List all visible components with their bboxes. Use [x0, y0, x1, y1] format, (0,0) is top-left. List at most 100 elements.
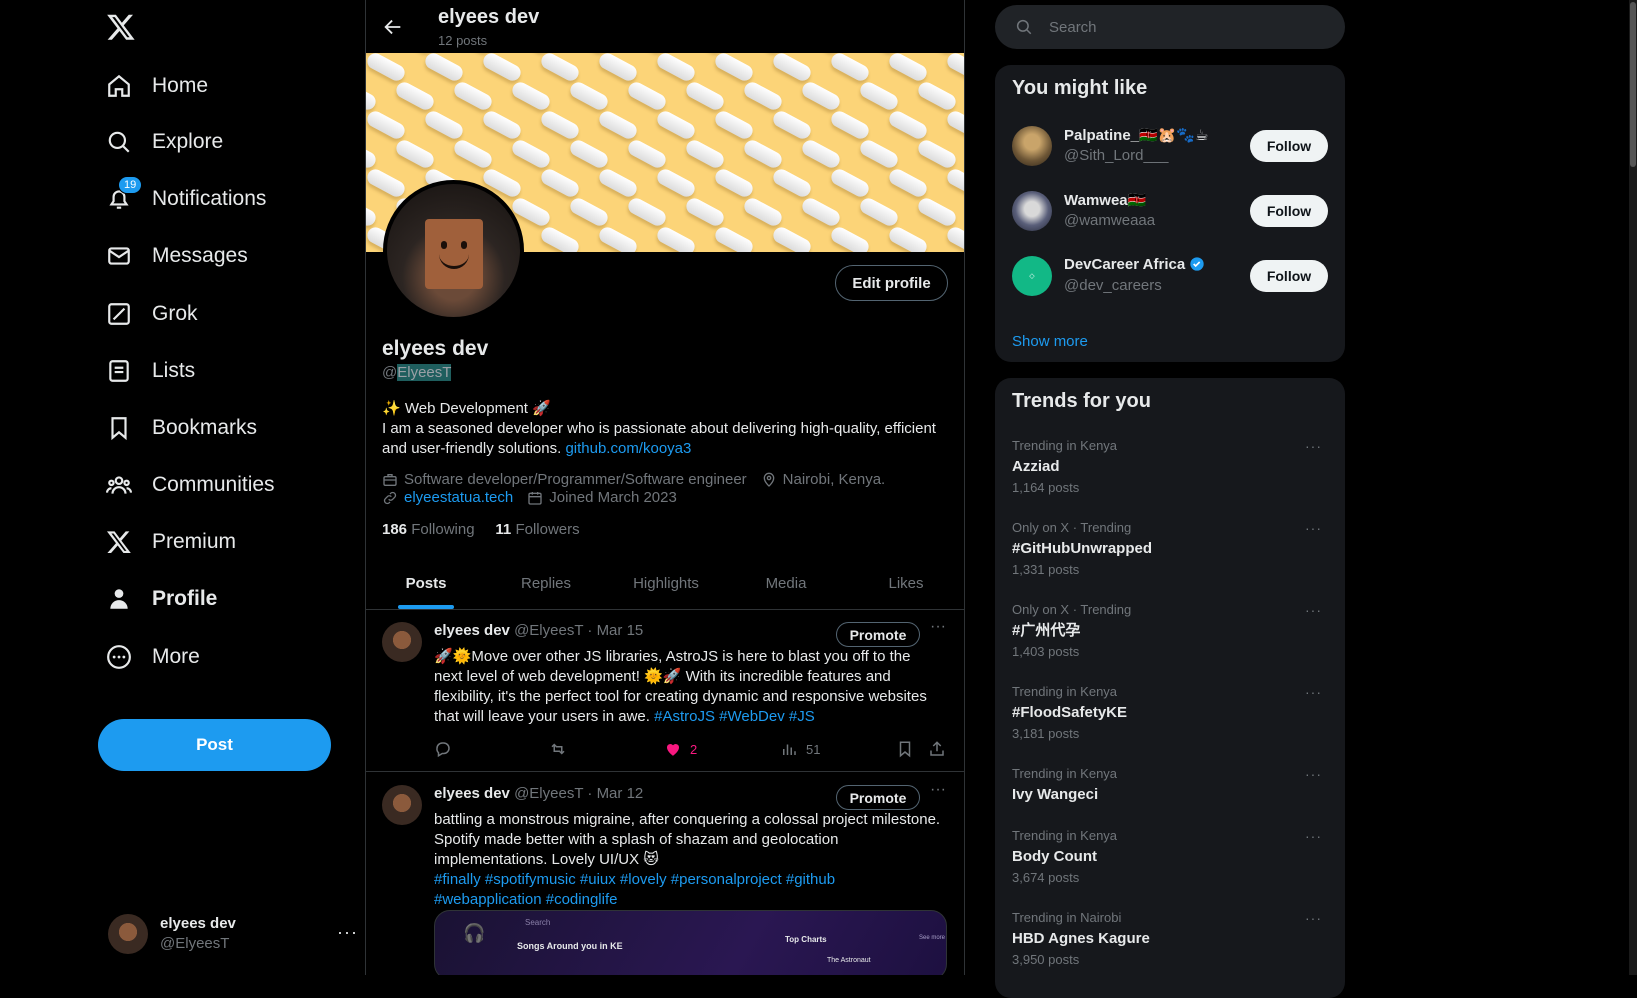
nav-explore[interactable]: Explore — [106, 117, 223, 167]
avatar[interactable] — [382, 785, 422, 825]
bookmark-icon[interactable] — [896, 740, 922, 758]
tweet[interactable]: elyees dev @ElyeesT · Mar 15 Promote ···… — [366, 610, 964, 772]
trend-item[interactable]: Trending in Kenya Azziad 1,164 posts ··· — [1012, 438, 1328, 496]
more-horizontal-icon[interactable]: ··· — [930, 618, 946, 636]
banner-pill — [770, 53, 814, 84]
tab-replies[interactable]: Replies — [486, 557, 606, 609]
banner-pill — [366, 166, 408, 200]
banner-pill — [944, 166, 964, 200]
banner-pill — [857, 137, 901, 171]
banner-pill — [366, 137, 379, 171]
more-horizontal-icon[interactable]: ··· — [337, 922, 358, 943]
banner-pill — [538, 224, 582, 252]
nav-lists[interactable]: Lists — [106, 346, 195, 396]
media-heading: Songs Around you in KE — [517, 941, 623, 951]
more-horizontal-icon[interactable]: ··· — [1305, 438, 1322, 454]
scrollbar-thumb[interactable] — [1630, 2, 1636, 167]
tweet-hashtags[interactable]: #finally #spotifymusic #uiux #lovely #pe… — [434, 870, 944, 910]
profile-handle: @ElyeesT — [382, 364, 452, 381]
banner-pill — [538, 166, 582, 200]
page-scrollbar[interactable] — [1629, 0, 1637, 975]
nav-communities[interactable]: Communities — [106, 460, 275, 510]
trend-item[interactable]: Trending in Kenya Body Count 3,674 posts… — [1012, 828, 1328, 886]
header-post-count: 12 posts — [438, 33, 488, 48]
profile-bio: ✨ Web Development 🚀 I am a seasoned deve… — [382, 400, 936, 457]
tweet-header: elyees dev @ElyeesT · Mar 15 — [434, 622, 644, 639]
bio-link[interactable]: github.com/kooya3 — [565, 440, 691, 457]
nav-notifications[interactable]: 19 Notifications — [106, 174, 266, 224]
back-arrow-icon[interactable] — [382, 16, 404, 38]
more-horizontal-icon[interactable]: ··· — [930, 781, 946, 799]
more-horizontal-icon[interactable]: ··· — [1305, 910, 1322, 926]
nav-label: Grok — [152, 302, 198, 325]
banner-pill — [828, 224, 872, 252]
tweet-media-image[interactable]: 🎧 Search Songs Around you in KE Top Char… — [434, 910, 947, 975]
more-horizontal-icon[interactable]: ··· — [1305, 684, 1322, 700]
more-horizontal-icon[interactable]: ··· — [1305, 766, 1322, 782]
banner-pill — [770, 224, 814, 252]
user-name: Wamwea🇰🇪 — [1064, 192, 1147, 209]
media-see-more: See more — [919, 935, 946, 941]
tweet[interactable]: elyees dev @ElyeesT · Mar 12 Promote ···… — [366, 773, 964, 975]
show-more-link[interactable]: Show more — [1012, 333, 1088, 350]
follow-button[interactable]: Follow — [1250, 260, 1328, 292]
like-button[interactable]: 2 — [664, 740, 697, 758]
nav-bookmarks[interactable]: Bookmarks — [106, 403, 257, 453]
suggested-user[interactable]: ◇ DevCareer Africa @dev_careers Follow — [1012, 251, 1328, 301]
banner-pill — [509, 137, 553, 171]
banner-pill — [712, 53, 756, 84]
post-button[interactable]: Post — [98, 719, 331, 771]
more-horizontal-icon[interactable]: ··· — [1305, 602, 1322, 618]
chart-icon — [783, 744, 796, 755]
banner-pill — [596, 53, 640, 84]
nav-messages[interactable]: Messages — [106, 231, 248, 281]
grok-icon — [106, 301, 132, 327]
tab-posts[interactable]: Posts — [366, 557, 486, 609]
nav-more[interactable]: More — [106, 632, 200, 682]
promote-button[interactable]: Promote — [836, 622, 920, 647]
trend-item[interactable]: Only on X · Trending #GitHubUnwrapped 1,… — [1012, 520, 1328, 578]
search-box[interactable]: Search — [995, 5, 1345, 49]
followers-link[interactable]: 11 Followers — [495, 521, 579, 538]
promote-button[interactable]: Promote — [836, 785, 920, 810]
nav-label: Messages — [152, 244, 248, 267]
share-icon[interactable] — [928, 740, 954, 758]
edit-profile-button[interactable]: Edit profile — [835, 265, 948, 301]
trend-item[interactable]: Trending in Kenya Ivy Wangeci ··· — [1012, 766, 1328, 805]
tweet-hashtags[interactable]: #AstroJS #WebDev #JS — [654, 708, 815, 725]
follow-stats: 186 Following 11 Followers — [382, 521, 580, 538]
avatar[interactable] — [382, 622, 422, 662]
trend-item[interactable]: Trending in Nairobi HBD Agnes Kagure 3,9… — [1012, 910, 1328, 968]
nav-premium[interactable]: Premium — [106, 517, 236, 567]
banner-pill — [366, 79, 379, 113]
account-switcher[interactable]: elyees dev @ElyeesT ··· — [108, 910, 358, 958]
suggested-user[interactable]: Wamwea🇰🇪 @wamweaaa Follow — [1012, 186, 1328, 236]
more-horizontal-icon[interactable]: ··· — [1305, 828, 1322, 844]
profile-website[interactable]: elyeestatua.tech — [404, 489, 513, 506]
follow-button[interactable]: Follow — [1250, 130, 1328, 162]
reply-icon[interactable] — [434, 740, 460, 758]
retweet-icon[interactable] — [549, 740, 575, 758]
banner-pill — [886, 53, 930, 84]
tab-media[interactable]: Media — [726, 557, 846, 609]
trend-item[interactable]: Only on X · Trending #广州代孕 1,403 posts ·… — [1012, 602, 1328, 660]
suggested-user[interactable]: Palpatine_🇰🇪🐹🐾☕ @Sith_Lord___ Follow — [1012, 121, 1328, 171]
nav-grok[interactable]: Grok — [106, 289, 198, 339]
views-button[interactable]: 51 — [780, 740, 820, 758]
x-logo-icon[interactable] — [106, 12, 138, 44]
nav-profile[interactable]: Profile — [106, 574, 217, 624]
follow-button[interactable]: Follow — [1250, 195, 1328, 227]
banner-pill — [422, 108, 466, 142]
tab-highlights[interactable]: Highlights — [606, 557, 726, 609]
banner-pill — [567, 79, 611, 113]
trend-item[interactable]: Trending in Kenya #FloodSafetyKE 3,181 p… — [1012, 684, 1328, 742]
more-horizontal-icon[interactable]: ··· — [1305, 520, 1322, 536]
nav-home[interactable]: Home — [106, 61, 208, 111]
profile-avatar[interactable] — [383, 180, 524, 321]
avatar — [108, 914, 148, 954]
tab-likes[interactable]: Likes — [846, 557, 964, 609]
banner-pill — [886, 108, 930, 142]
search-input[interactable]: Search — [1049, 19, 1097, 36]
following-link[interactable]: 186 Following — [382, 521, 475, 538]
profile-column: elyees dev 12 posts Edit profile elyees … — [365, 0, 965, 975]
